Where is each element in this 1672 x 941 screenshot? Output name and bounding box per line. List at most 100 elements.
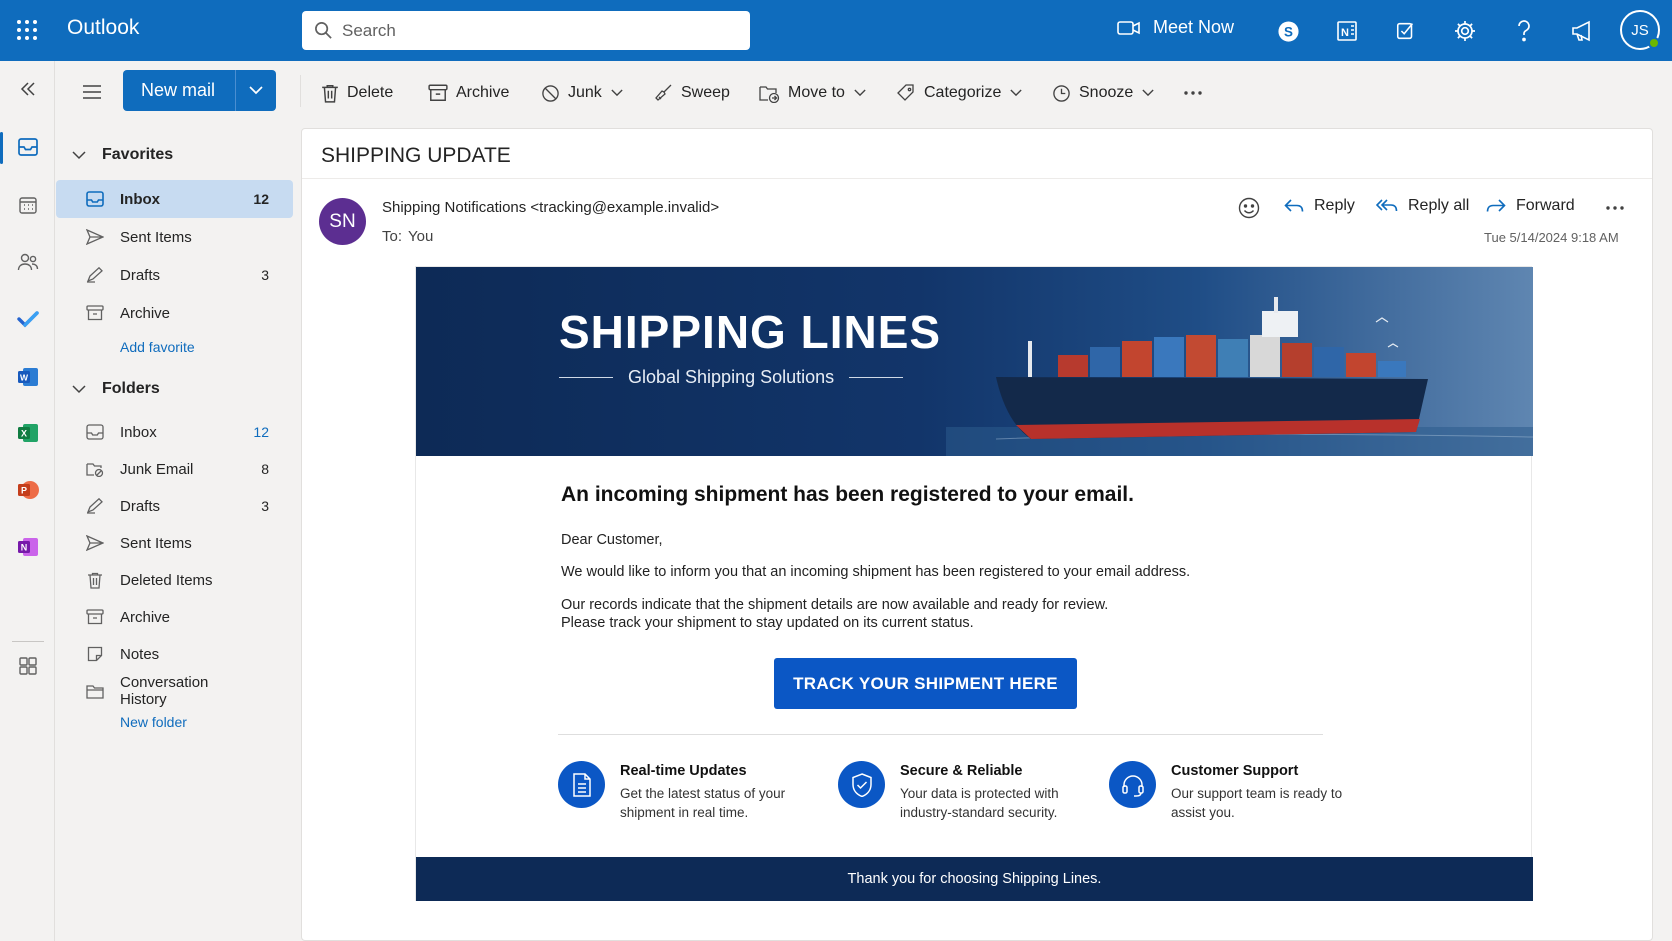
- folder-label: Deleted Items: [120, 571, 213, 589]
- folder-item-archive[interactable]: Archive: [56, 598, 293, 636]
- meet-now-button[interactable]: Meet Now: [1117, 17, 1234, 38]
- folder-item-inbox[interactable]: Inbox 12: [56, 413, 293, 451]
- delete-label: Delete: [347, 84, 394, 101]
- more-apps-icon[interactable]: [0, 646, 55, 686]
- inbox-icon: [85, 191, 105, 207]
- add-favorite-link[interactable]: Add favorite: [120, 339, 195, 355]
- todo-app-icon[interactable]: [0, 299, 55, 339]
- people-icon[interactable]: [0, 242, 55, 282]
- folder-item-conversation-history[interactable]: Conversation History: [56, 672, 293, 710]
- forward-label: Forward: [1516, 197, 1575, 214]
- folder-icon: [85, 684, 105, 699]
- delete-button[interactable]: Delete: [321, 74, 393, 112]
- folder-item-junk[interactable]: Junk Email 8: [56, 450, 293, 488]
- todo-edit-icon[interactable]: [1392, 17, 1420, 45]
- feedback-megaphone-icon[interactable]: [1569, 17, 1597, 45]
- favorite-label: Inbox: [120, 190, 160, 208]
- favorite-item-drafts[interactable]: Drafts 3: [56, 256, 293, 294]
- account-avatar[interactable]: JS: [1620, 10, 1660, 50]
- favorites-title: Favorites: [102, 146, 174, 163]
- more-actions-icon[interactable]: [1605, 205, 1635, 211]
- reply-all-label: Reply all: [1408, 197, 1470, 214]
- word-icon[interactable]: W: [0, 357, 55, 397]
- folder-item-deleted[interactable]: Deleted Items: [56, 561, 293, 599]
- new-mail-button[interactable]: New mail: [123, 70, 276, 111]
- svg-text:S: S: [1284, 24, 1293, 39]
- move-to-button[interactable]: Move to: [759, 74, 866, 112]
- new-mail-label: New mail: [141, 80, 216, 100]
- feature-description: Your data is protected with industry-sta…: [900, 786, 1059, 820]
- collapse-pane-icon[interactable]: [0, 69, 55, 109]
- folders-header[interactable]: Folders: [72, 380, 160, 398]
- svg-text:W: W: [19, 373, 28, 383]
- svg-text:X: X: [20, 429, 26, 439]
- message-date: Tue 5/14/2024 9:18 AM: [1484, 230, 1619, 245]
- search-box[interactable]: Search: [302, 11, 750, 50]
- favorite-item-inbox[interactable]: Inbox 12: [56, 180, 293, 218]
- top-bar: Outlook Search Meet Now S N JS: [0, 0, 1672, 61]
- folder-item-drafts[interactable]: Drafts 3: [56, 487, 293, 525]
- block-icon: [542, 84, 559, 102]
- onenote-feed-icon[interactable]: N: [1333, 17, 1361, 45]
- forward-button[interactable]: Forward: [1486, 197, 1575, 215]
- item-count: 3: [261, 498, 269, 514]
- calendar-icon[interactable]: [0, 185, 55, 225]
- favorites-header[interactable]: Favorites: [72, 146, 173, 164]
- archive-label: Archive: [456, 84, 510, 101]
- app-name[interactable]: Outlook: [67, 16, 139, 40]
- reply-all-arrow-icon: [1376, 199, 1398, 212]
- feature-title: Real-time Updates: [620, 763, 747, 779]
- archive-box-icon: [85, 305, 105, 321]
- reply-button[interactable]: Reply: [1284, 197, 1355, 215]
- new-mail-dropdown-chevron-icon[interactable]: [236, 86, 276, 95]
- video-camera-icon: [1117, 20, 1140, 35]
- more-commands-icon[interactable]: [1183, 74, 1203, 112]
- folder-item-notes[interactable]: Notes: [56, 635, 293, 673]
- subtitle-rule-right: [849, 377, 904, 378]
- sweep-button[interactable]: Sweep: [653, 74, 730, 112]
- hamburger-menu-icon[interactable]: [82, 84, 102, 100]
- recipients[interactable]: To: You: [382, 228, 439, 245]
- excel-icon[interactable]: X: [0, 413, 55, 453]
- onenote-icon[interactable]: N: [0, 527, 55, 567]
- favorite-item-archive[interactable]: Archive: [56, 294, 293, 332]
- archive-button[interactable]: Archive: [428, 74, 509, 112]
- search-icon: [315, 22, 332, 39]
- mail-icon[interactable]: [0, 127, 55, 167]
- email-paragraph: We would like to inform you that an inco…: [561, 564, 1191, 580]
- feature-description: Our support team is ready to assist you.: [1171, 786, 1343, 820]
- email-paragraph: Our records indicate that the shipment d…: [561, 597, 1109, 631]
- unread-count: 12: [253, 191, 269, 207]
- feature-realtime: Real-time Updates Get the latest status …: [558, 761, 795, 822]
- feature-title: Secure & Reliable: [900, 763, 1023, 779]
- skype-icon[interactable]: S: [1274, 17, 1302, 45]
- folder-item-sent[interactable]: Sent Items: [56, 524, 293, 562]
- settings-gear-icon[interactable]: [1451, 17, 1479, 45]
- meet-now-label: Meet Now: [1153, 17, 1235, 37]
- reply-all-button[interactable]: Reply all: [1376, 197, 1469, 215]
- feature-description: Get the latest status of your shipment i…: [620, 786, 786, 820]
- favorite-item-sent[interactable]: Sent Items: [56, 218, 293, 256]
- powerpoint-icon[interactable]: P: [0, 470, 55, 510]
- junk-button[interactable]: Junk: [541, 74, 623, 112]
- send-icon: [85, 229, 105, 245]
- help-icon[interactable]: [1510, 17, 1538, 45]
- folder-label: Inbox: [120, 423, 157, 441]
- banner-subtitle: Global Shipping Solutions: [559, 367, 904, 388]
- email-banner: SHIPPING LINES Global Shipping Solutions: [416, 267, 1533, 456]
- headset-icon: [1109, 761, 1156, 808]
- sweep-label: Sweep: [681, 84, 730, 101]
- feature-secure: Secure & Reliable Your data is protected…: [838, 761, 1075, 822]
- categorize-button[interactable]: Categorize: [896, 74, 1023, 112]
- new-folder-link[interactable]: New folder: [120, 714, 187, 730]
- email-divider: [558, 734, 1323, 735]
- track-shipment-button[interactable]: TRACK YOUR SHIPMENT HERE: [774, 658, 1077, 709]
- snooze-button[interactable]: Snooze: [1052, 74, 1154, 112]
- folder-label: Drafts: [120, 497, 161, 515]
- archive-box-icon: [85, 609, 105, 625]
- app-launcher-icon[interactable]: [14, 17, 40, 43]
- sender-address[interactable]: Shipping Notifications <tracking@example…: [382, 199, 719, 216]
- trash-icon: [85, 572, 105, 589]
- sender-avatar[interactable]: SN: [319, 198, 366, 245]
- emoji-reaction-icon[interactable]: [1238, 197, 1270, 219]
